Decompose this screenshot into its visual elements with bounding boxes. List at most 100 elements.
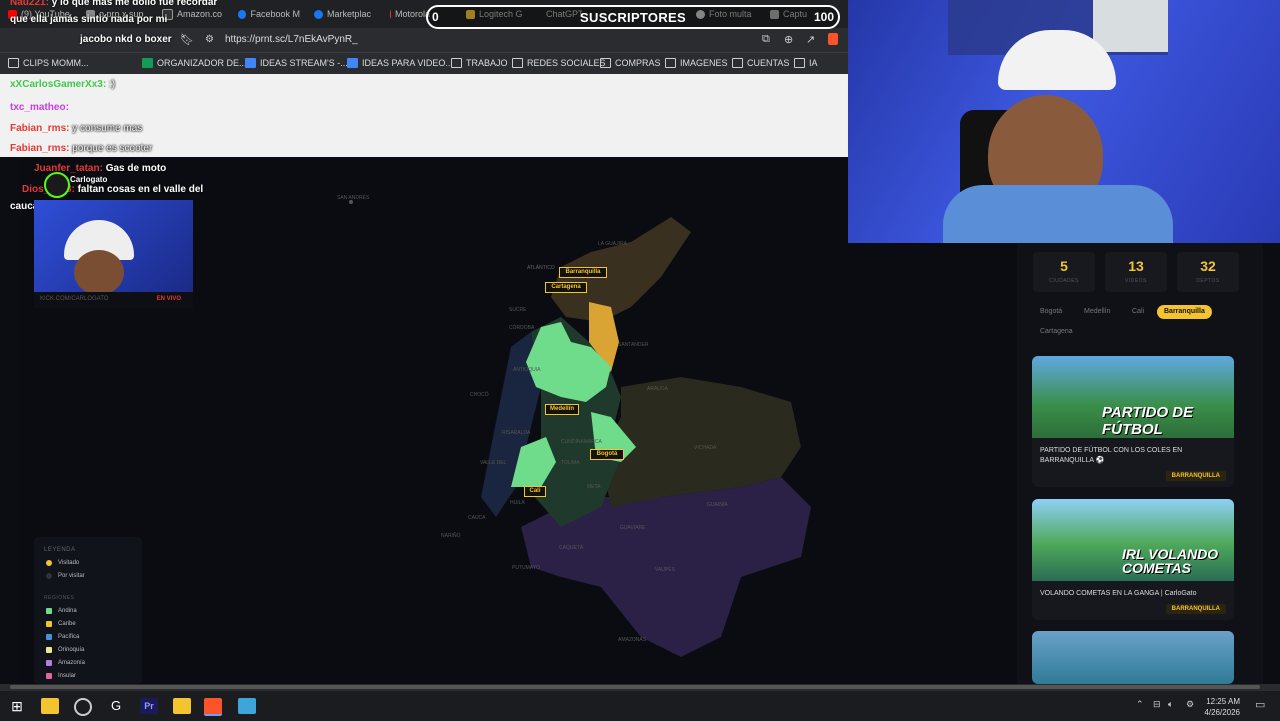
folder-icon [600, 58, 611, 68]
tab-amazon[interactable]: Amazon.co [162, 6, 224, 22]
notepad-icon[interactable] [238, 698, 256, 714]
taskbar-clock[interactable]: 12:25 AM 4/26/2026 [1204, 696, 1240, 718]
label-la-guajira: LA GUAJIRA [598, 241, 627, 247]
label-amazonas: AMAZONAS [618, 637, 647, 643]
app-icon[interactable]: G [107, 698, 125, 714]
label-huila: HUILA [510, 500, 525, 506]
bookmark-redes[interactable]: REDES SOCIALES [512, 58, 606, 68]
mini-cam-footer: KICK.COM/CARLOGATO EN VIVO [34, 292, 193, 308]
label-vaupes: VAUPÉS [655, 567, 675, 573]
city-medellin[interactable]: Medellín [545, 404, 579, 415]
chip-bogota[interactable]: Bogotá [1033, 305, 1069, 319]
swatch-icon [46, 608, 52, 614]
chat-message: Fabian_rms: porque es scooter [10, 143, 153, 154]
folder-icon [732, 58, 743, 68]
city-cali[interactable]: Cali [524, 486, 546, 497]
file-explorer-icon[interactable] [41, 698, 59, 714]
legend-region: Caribe [46, 621, 76, 627]
city-cartagena[interactable]: Cartagena [545, 282, 587, 293]
subscriber-goal-bar: 0 SUSCRIPTORES 100 [426, 5, 840, 29]
bookmark-cuentas[interactable]: CUENTAS [732, 58, 789, 68]
chip-cartagena[interactable]: Cartagena [1033, 325, 1080, 339]
chat-message: xXCarlosGamerXx3: :) [10, 79, 116, 90]
label-risaralda: RISARALDA [502, 430, 531, 436]
sheets-icon [142, 58, 153, 68]
to-visit-dot-icon [46, 573, 52, 579]
bookmark-clips[interactable]: CLIPS MOMM... [8, 58, 89, 68]
windows-start-icon[interactable]: ⊞ [8, 698, 26, 714]
video-title: PARTIDO DE FÚTBOL CON LOS COLES EN BARRA… [1040, 447, 1183, 464]
label-tolima: TOLIMA [561, 460, 580, 466]
zoom-icon[interactable]: ⊕ [784, 33, 793, 46]
label-vichada: VICHADA [694, 445, 717, 451]
tab-motorola[interactable]: Motorola [390, 6, 430, 22]
swatch-icon [46, 634, 52, 640]
tab-marketplace[interactable]: Marketplac [314, 6, 376, 22]
stat-videos: 13 VIDEOS [1105, 252, 1167, 292]
chat-message: jacobo nkd o boxer [80, 34, 172, 45]
docs-icon [347, 58, 358, 68]
brave-shield-icon[interactable] [828, 33, 838, 45]
streamer-shirt [943, 185, 1173, 243]
bookmark-imagenes[interactable]: IMAGENES [665, 58, 728, 68]
folder-icon [8, 58, 19, 68]
open-tab-icon[interactable]: ⧉ [762, 33, 770, 46]
chevron-up-icon[interactable]: ⌃ [1136, 699, 1144, 710]
bookmark-icon[interactable]: 🔖︎ [180, 33, 194, 46]
scrollbar-thumb[interactable] [10, 685, 1260, 689]
legend-region: Insular [46, 673, 76, 679]
bookmark-ideas-stream[interactable]: IDEAS STREAM'S -... [245, 58, 348, 68]
facebook-icon [238, 9, 247, 19]
brave-icon[interactable] [204, 698, 222, 716]
label-cundinamarca: CUNDINAMARCA [561, 439, 602, 445]
chip-barranquilla[interactable]: Barranquilla [1157, 305, 1212, 319]
notification-icon[interactable]: ▭ [1255, 698, 1265, 711]
label-san-andres: SAN ANDRÉS [337, 195, 370, 201]
bookmark-trabajo[interactable]: TRABAJO [451, 58, 508, 68]
streamer-name: Carlogato [70, 175, 108, 184]
videos-panel: 5 CIUDADES 13 VIDEOS 32 DEPTOS Bogotá Medel… [1017, 243, 1263, 684]
bookmark-organizador[interactable]: ORGANIZADOR DE... [142, 58, 247, 68]
chip-medellin[interactable]: Medellín [1077, 305, 1117, 319]
network-icon[interactable]: ⊟ [1153, 699, 1161, 710]
gear-icon[interactable]: ⚙ [1186, 699, 1194, 710]
chat-message: txc_matheo: [10, 102, 69, 113]
chat-message: Fabian_rms: y consume mas [10, 123, 143, 134]
label-narino: NARIÑO [441, 533, 461, 539]
sticky-notes-icon[interactable] [173, 698, 191, 714]
live-badge: EN VIVO [156, 296, 181, 302]
label-guainia: GUAINÍA [707, 502, 728, 508]
thumbnail-text: PARTIDO DE FÚTBOL [1102, 404, 1194, 438]
site-settings-icon[interactable]: ⚙ [205, 34, 214, 45]
legend-region: Andina [46, 608, 77, 614]
webcam-feed [848, 0, 1280, 243]
video-card[interactable]: PARTIDO DE FÚTBOL PARTIDO DE FÚTBOL CON … [1032, 356, 1234, 487]
windows-taskbar: ⊞ G Pr ⌃ ⊟ 🔈︎ ⚙ 12:25 AM 4/26/2026 ▭ [0, 690, 1280, 721]
url-field[interactable]: https://prnt.sc/L7nEkAvPynR_ [225, 34, 358, 45]
bookmarks-bar: CLIPS MOMM... ORGANIZADOR DE... IDEAS ST… [0, 52, 848, 75]
tab-facebook[interactable]: Facebook M [238, 6, 300, 22]
video-card[interactable] [1032, 631, 1234, 684]
label-caqueta: CAQUETÁ [559, 545, 584, 551]
label-santander: SANTANDER [618, 342, 649, 348]
legend-region: Pacífica [46, 634, 79, 640]
streamer-face [74, 250, 124, 292]
bookmark-compras[interactable]: COMPRAS [600, 58, 661, 68]
share-icon[interactable]: ↗ [806, 33, 815, 46]
label-putumayo: PUTUMAYO [512, 565, 540, 571]
city-bogota[interactable]: Bogotá [590, 449, 624, 460]
swatch-icon [46, 647, 52, 653]
volume-icon[interactable]: 🔈︎ [1168, 699, 1173, 710]
obs-icon[interactable] [74, 698, 92, 716]
goal-label: SUSCRIPTORES [580, 10, 686, 25]
premiere-icon[interactable]: Pr [140, 698, 158, 714]
swatch-icon [46, 673, 52, 679]
kick-url: KICK.COM/CARLOGATO [40, 296, 109, 302]
mini-webcam [34, 200, 193, 292]
kick-avatar [44, 172, 70, 198]
bookmark-ia[interactable]: IA [794, 58, 818, 68]
video-card[interactable]: IRL VOLANDO COMETAS VOLANDO COMETAS EN L… [1032, 499, 1234, 620]
city-barranquilla[interactable]: Barranquilla [559, 267, 607, 278]
bookmark-ideas-video[interactable]: IDEAS PARA VIDEO... [347, 58, 453, 68]
chip-cali[interactable]: Cali [1125, 305, 1151, 319]
